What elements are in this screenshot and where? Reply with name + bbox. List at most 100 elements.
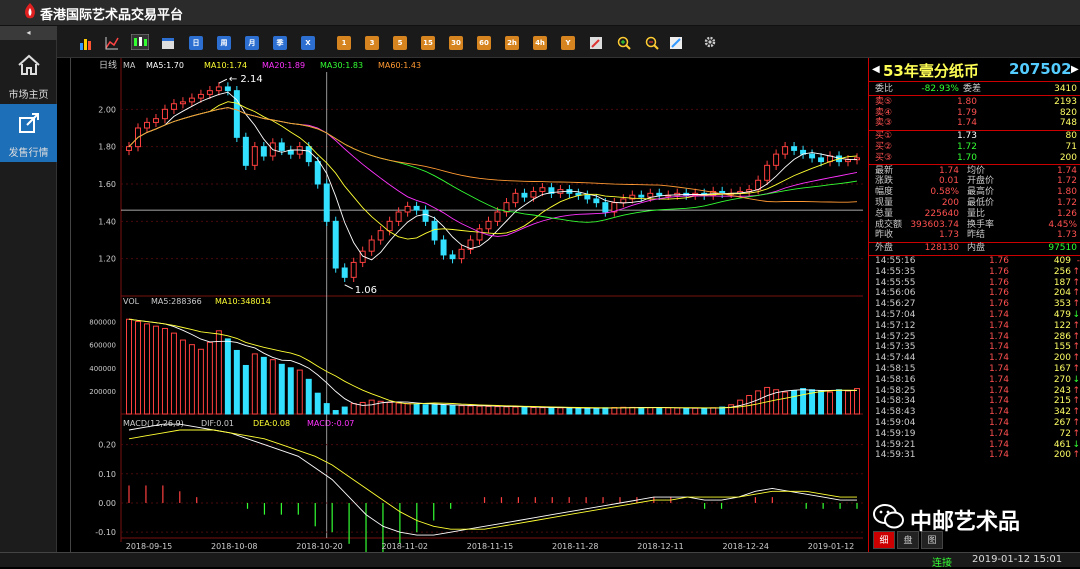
date-tick-label: 2018-12-11 [637, 542, 684, 551]
trade-row: 14:58:43 1.74 342 ↑ [869, 407, 1080, 417]
macd-tick-label: -0.10 [95, 528, 116, 537]
candle-body [278, 142, 285, 151]
ask-price: 1.79 [956, 107, 977, 118]
period-15min-button[interactable]: 15 [421, 36, 435, 50]
candle-body [449, 254, 456, 260]
period-5min-button[interactable]: 5 [393, 36, 407, 50]
trade-volume: 122 [1053, 320, 1071, 331]
volume-bar [512, 406, 519, 415]
trade-row: 14:56:06 1.76 204 ↑ [869, 288, 1080, 298]
title-bar: 香港国际艺术品交易平台 [0, 0, 1080, 26]
gear-icon[interactable] [703, 35, 717, 49]
candle-body [323, 183, 330, 222]
period-4h-button[interactable]: 4h [533, 36, 547, 50]
trade-direction-icon: ↑ [1072, 288, 1080, 299]
trade-direction-icon: ↑ [1072, 385, 1080, 396]
edit-icon[interactable] [589, 36, 603, 50]
period-month-button[interactable]: 月 [245, 36, 259, 50]
trade-time: 14:55:16 [875, 256, 916, 266]
date-tick-label: 2019-01-12 [808, 542, 855, 551]
candle-body [404, 205, 411, 213]
stat-row: 最新 1.74 均价 1.74 [869, 166, 1080, 177]
period-1min-button[interactable]: 1 [337, 36, 351, 50]
candle-body [422, 209, 429, 222]
volume-bar [539, 407, 546, 415]
ask-label: 卖③ [875, 118, 893, 129]
volume-bar [755, 390, 762, 415]
bid-label: 买② [875, 142, 893, 152]
label: 委比 [875, 84, 894, 94]
ask-volume: 820 [1059, 107, 1077, 118]
volume-bar [485, 405, 492, 415]
ma-legend-item: MA60:1.43 [378, 61, 421, 70]
ma-legend-item: MA30:1.83 [320, 61, 363, 70]
volume-bar [557, 407, 564, 415]
candle-body [242, 136, 249, 166]
ask-volume: 748 [1059, 118, 1077, 129]
stat-value: 1.80 [1056, 187, 1077, 198]
label: 外盘 [875, 243, 894, 254]
period-x-button[interactable]: X [301, 36, 315, 50]
trade-price: 1.74 [988, 418, 1009, 428]
bid-price: 1.70 [956, 152, 977, 163]
candle-body [143, 121, 150, 129]
sidebar-item-offering-quotes[interactable]: 发售行情 [0, 104, 57, 162]
period-week-button[interactable]: 周 [217, 36, 231, 50]
trade-volume: 479 [1053, 310, 1071, 320]
trade-direction-icon: ↑ [1072, 418, 1080, 428]
stat-value: 200 [941, 198, 959, 208]
trade-direction-icon: ↓ [1072, 310, 1080, 320]
sidebar-item-market-home[interactable]: 市场主页 [0, 46, 57, 104]
line-chart-icon[interactable] [105, 36, 119, 50]
period-quarter-button[interactable]: 季 [273, 36, 287, 50]
candle-body [647, 192, 654, 198]
period-3min-button[interactable]: 3 [365, 36, 379, 50]
candle-body [638, 194, 645, 198]
prev-stock-icon[interactable]: ◀ [872, 64, 880, 75]
kline-chart-panel[interactable]: 日线 MA MA5:1.70 MA10:1.74 MA20:1.89 MA30:1.83 M… [70, 58, 868, 552]
volume-bar [674, 407, 681, 415]
stat-value: 0.01 [938, 176, 959, 187]
period-30min-button[interactable]: 30 [449, 36, 463, 50]
volume-bar [206, 341, 213, 415]
candle-body [341, 267, 348, 278]
period-60min-button[interactable]: 60 [477, 36, 491, 50]
volume-bar [269, 359, 276, 415]
volume-bar [404, 403, 411, 415]
volume-bar [647, 407, 654, 415]
volume-bar [170, 332, 177, 415]
status-datetime: 2019-01-12 15:01 [972, 554, 1063, 565]
candle-body [305, 146, 312, 163]
zoom-in-icon[interactable] [617, 36, 631, 50]
zoom-out-icon[interactable] [645, 36, 659, 50]
stat-value: 393603.74 [910, 219, 959, 230]
ask-row: 卖④ 1.79 820 [869, 108, 1080, 119]
trade-price: 1.74 [988, 396, 1009, 407]
date-tick-label: 2018-11-02 [382, 542, 429, 551]
volume-bar [611, 407, 618, 415]
sidebar-collapse-button[interactable]: ◂ [0, 26, 57, 40]
period-2h-button[interactable]: 2h [505, 36, 519, 50]
volume-bar [350, 403, 357, 415]
bar-chart-icon[interactable] [79, 36, 93, 50]
candlestick-icon[interactable] [131, 34, 149, 50]
period-day-button[interactable]: 日 [189, 36, 203, 50]
volume-bar [179, 339, 186, 415]
calendar-icon[interactable] [161, 36, 175, 50]
trade-volume: 155 [1053, 342, 1071, 353]
kline-chart[interactable]: 日线 MA MA5:1.70 MA10:1.74 MA20:1.89 MA30:1.83 M… [71, 58, 869, 552]
stat-row: 成交额 393603.74 换手率 4.45% [869, 220, 1080, 231]
period-year-button[interactable]: Y [561, 36, 575, 50]
bid-row: 买① 1.73 80 [869, 131, 1080, 142]
candle-body [251, 146, 258, 166]
volume-bar [278, 363, 285, 415]
vol-ma5-legend: MA5:288366 [151, 297, 202, 306]
volume-bar [521, 406, 528, 415]
next-stock-icon[interactable]: ▶ [1071, 64, 1079, 75]
candle-body [584, 194, 591, 200]
volume-bar [431, 404, 438, 415]
candle-body [377, 230, 384, 241]
draw-icon[interactable] [669, 36, 683, 50]
trade-price: 1.74 [988, 428, 1009, 439]
volume-bar [368, 399, 375, 415]
